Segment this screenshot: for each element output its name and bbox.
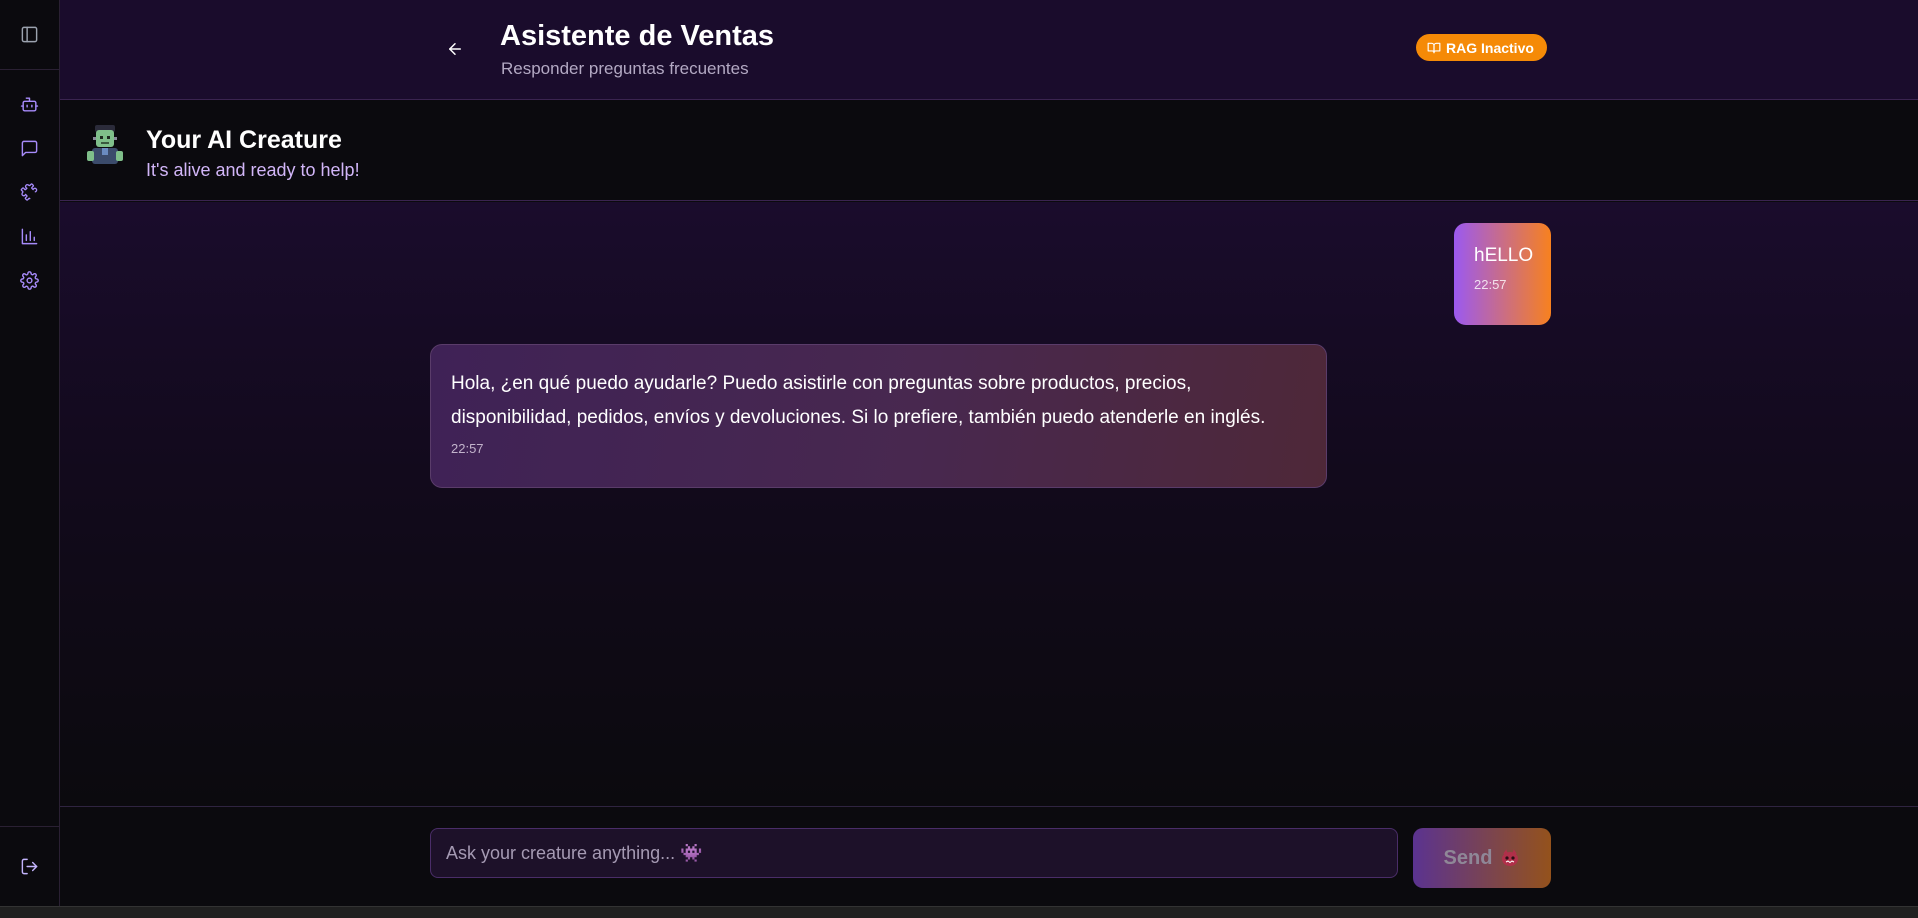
user-message: hELLO 22:57 — [1454, 223, 1551, 325]
creature-banner: Your AI Creature It's alive and ready to… — [60, 101, 1918, 201]
sidebar-nav — [0, 70, 59, 302]
sidebar-item-chat[interactable] — [0, 126, 59, 170]
sidebar-item-bots[interactable] — [0, 82, 59, 126]
sidebar-item-analytics[interactable] — [0, 214, 59, 258]
chat-icon — [21, 140, 38, 156]
puzzle-icon — [20, 182, 38, 201]
sidebar — [0, 0, 60, 906]
message-text: Hola, ¿en qué puedo ayudarle? Puedo asis… — [451, 373, 1266, 428]
bar-chart-icon — [21, 228, 38, 244]
bot-icon — [20, 96, 39, 112]
sidebar-footer — [0, 826, 59, 906]
assistant-message: Hola, ¿en qué puedo ayudarle? Puedo asis… — [430, 344, 1327, 488]
frankenstein-avatar-icon — [87, 125, 123, 164]
app-window: Asistente de Ventas Responder preguntas … — [0, 0, 1918, 918]
message-list: hELLO 22:57 Hola, ¿en qué puedo ayudarle… — [60, 202, 1918, 806]
send-button[interactable]: Send — [1413, 828, 1551, 888]
chat-input[interactable] — [430, 828, 1398, 878]
logout-button[interactable] — [0, 845, 59, 889]
rag-status-label: RAG Inactivo — [1446, 39, 1534, 56]
sidebar-header — [0, 0, 59, 70]
send-label: Send — [1443, 846, 1493, 869]
message-timestamp: 22:57 — [1474, 277, 1507, 292]
gear-icon — [20, 270, 39, 290]
monster-icon — [1502, 849, 1519, 866]
message-timestamp: 22:57 — [451, 441, 484, 456]
sidebar-item-integrations[interactable] — [0, 170, 59, 214]
creature-name: Your AI Creature — [146, 126, 342, 154]
arrow-left-icon — [449, 43, 461, 55]
composer: Send — [60, 806, 1918, 906]
sidebar-item-settings[interactable] — [0, 258, 59, 302]
rag-status-badge: RAG Inactivo — [1416, 34, 1547, 61]
sidebar-toggle-button[interactable] — [0, 13, 59, 57]
page-subtitle: Responder preguntas frecuentes — [501, 59, 749, 78]
creature-tagline: It's alive and ready to help! — [146, 160, 360, 180]
logout-icon — [21, 858, 38, 875]
page-title: Asistente de Ventas — [500, 20, 774, 52]
message-text: hELLO — [1474, 245, 1534, 266]
back-button[interactable] — [440, 34, 470, 64]
book-open-icon — [1427, 42, 1441, 53]
os-taskbar — [0, 906, 1918, 918]
sidebar-panel-icon — [21, 26, 38, 43]
page-header: Asistente de Ventas Responder preguntas … — [60, 0, 1918, 100]
